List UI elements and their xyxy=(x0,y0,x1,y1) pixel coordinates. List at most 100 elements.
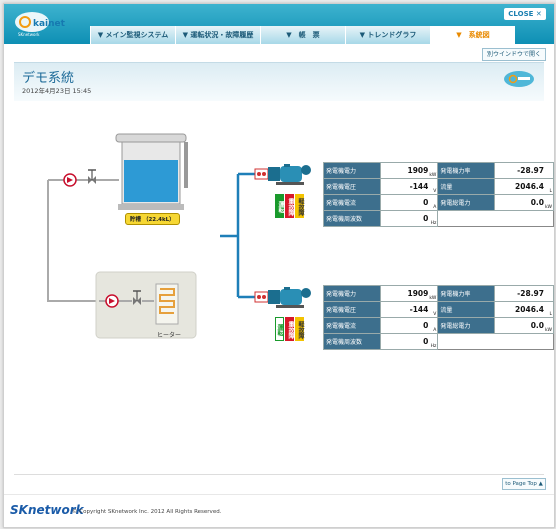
value-text: 0.0 xyxy=(530,321,544,330)
label-cell: 発電機力率 xyxy=(437,285,496,302)
storage-tank-icon xyxy=(115,133,188,210)
close-button[interactable]: CLOSE ✕ xyxy=(504,8,546,20)
label-cell: 発電機電力 xyxy=(323,162,381,179)
open-new-window-button[interactable]: 別ウインドウで開く xyxy=(482,48,546,61)
label-cell: 発電機力率 xyxy=(437,162,496,179)
skainet-logo: kainet SKnetwork xyxy=(15,12,66,37)
label-cell: 発電機電流 xyxy=(323,317,381,334)
tank-volume: （22.4kL） xyxy=(142,217,175,223)
svg-text:kainet: kainet xyxy=(33,19,66,29)
unit-text: kW xyxy=(429,296,437,301)
value-cell: 2046.4 L xyxy=(494,178,554,195)
content-divider xyxy=(14,474,544,475)
value-text: 0.0 xyxy=(530,198,544,207)
unit-text: A xyxy=(433,328,437,333)
value-cell: -28.97 xyxy=(494,162,554,179)
value-text: 1909 xyxy=(407,166,429,175)
value-cell: -144 V xyxy=(379,178,439,195)
minor-fault-indicator: 軽故障 xyxy=(295,194,304,218)
unit-text: A xyxy=(433,205,437,210)
top-bar: kainet SKnetwork CLOSE ✕ ▼ メイン監視システム ▼ 運… xyxy=(4,4,554,44)
value-cell: 1909 kW xyxy=(379,285,439,302)
value-text: 0 xyxy=(423,337,429,346)
cloud-logo-icon xyxy=(504,71,534,87)
tab-system-diagram[interactable]: ▼ 系統図 xyxy=(430,26,515,44)
unit-text: L xyxy=(549,189,552,194)
value-text: -28.97 xyxy=(517,289,544,298)
value-cell: -144 V xyxy=(379,301,439,318)
tab-reports[interactable]: ▼ 帳 票 xyxy=(260,26,345,44)
table-row: 発電機周波数 0 Hz xyxy=(323,333,554,350)
main-nav: ▼ メイン監視システム ▼ 運転状況・故障履歴 ▼ 帳 票 ▼ トレンドグラフ … xyxy=(90,26,515,44)
page-title: デモ系統 xyxy=(22,71,75,86)
pump-2-data-panel: 発電機電力 1909 kW 発電機力率 -28.97 発電機電圧 -144 V 流量… xyxy=(323,285,554,350)
label-cell: 発電機電圧 xyxy=(323,301,381,318)
table-row: 発電機電圧 -144 V 流量 2046.4 L xyxy=(323,301,554,318)
heater-pump-icon[interactable] xyxy=(105,294,119,308)
unit-text: Hz xyxy=(430,221,437,226)
table-row: 発電機電力 1909 kW 発電機力率 -28.97 xyxy=(323,285,554,302)
unit-text: kW xyxy=(429,173,437,178)
value-cell: -28.97 xyxy=(494,285,554,302)
value-text: -28.97 xyxy=(517,166,544,175)
value-text: 2046.4 xyxy=(515,182,544,191)
tab-operation-status[interactable]: ▼ 運転状況・故障履歴 xyxy=(175,26,260,44)
unit-text: L xyxy=(549,312,552,317)
inlet-valve-icon[interactable] xyxy=(88,169,96,184)
label-cell: 発電総電力 xyxy=(437,194,496,211)
value-cell: 0A xyxy=(379,317,439,334)
footer: SKnetwork © Copyright SKnetwork Inc. 201… xyxy=(4,494,554,528)
pump-1-data-panel: 発電機電力 1909 kW 発電機力率 -28.97 発電機電圧 -144 V 流量… xyxy=(323,162,554,227)
label-cell: 流量 xyxy=(437,178,496,195)
app-window: kainet SKnetwork CLOSE ✕ ▼ メイン監視システム ▼ 運… xyxy=(3,3,555,528)
table-row: 発電機電流 0A 発電総電力 0.0 kW xyxy=(323,317,554,334)
value-cell: 0.0 kW xyxy=(494,194,554,211)
value-text: 0 xyxy=(423,198,429,207)
value-text: 0 xyxy=(423,321,429,330)
tab-main-monitoring[interactable]: ▼ メイン監視システム xyxy=(90,26,175,44)
value-cell: 1909 kW xyxy=(379,162,439,179)
value-cell: 0.0 kW xyxy=(494,317,554,334)
tab-trend-graph[interactable]: ▼ トレンドグラフ xyxy=(345,26,430,44)
label-cell: 発電機電流 xyxy=(323,194,381,211)
page-header: デモ系統 2012年4月23日 15:45 xyxy=(14,62,544,101)
inlet-pump-icon[interactable] xyxy=(63,173,77,187)
copyright-text: © Copyright SKnetwork Inc. 2012 All Righ… xyxy=(72,509,222,515)
table-row: 発電機周波数 0 Hz xyxy=(323,210,554,227)
pump-unit-1-icon[interactable] xyxy=(254,164,311,185)
value-text: -144 xyxy=(409,305,429,314)
value-text: 0 xyxy=(423,214,429,223)
tank-name: 貯槽 xyxy=(130,217,142,223)
distribution-pipe xyxy=(220,172,256,299)
major-fault-indicator: 重故障 xyxy=(285,317,294,341)
value-cell: 0A xyxy=(379,194,439,211)
label-cell: 発電機周波数 xyxy=(323,210,381,227)
unit-text: kW xyxy=(544,205,552,210)
page-date: 2012年4月23日 15:45 xyxy=(22,87,92,95)
label-cell: 発電総電力 xyxy=(437,317,496,334)
pump-unit-2-icon[interactable] xyxy=(254,287,311,308)
value-text: -144 xyxy=(409,182,429,191)
value-text: 1909 xyxy=(407,289,429,298)
value-cell: 0 Hz xyxy=(379,210,439,227)
tank-label: 貯槽 （22.4kL） xyxy=(125,213,180,225)
run-indicator: 運転 xyxy=(275,194,284,218)
unit-text: V xyxy=(433,189,437,194)
run-indicator: 運転 xyxy=(275,317,284,341)
table-row: 発電機電力 1909 kW 発電機力率 -28.97 xyxy=(323,162,554,179)
value-cell: 0 Hz xyxy=(379,333,439,350)
unit-text: Hz xyxy=(430,344,437,349)
pump-1-status: 運転 重故障 軽故障 xyxy=(275,194,304,218)
label-cell: 発電機電力 xyxy=(323,285,381,302)
pump-2-status: 運転 重故障 軽故障 xyxy=(275,317,304,341)
label-cell: 発電機電圧 xyxy=(323,178,381,195)
label-cell: 流量 xyxy=(437,301,496,318)
unit-text: V xyxy=(433,312,437,317)
label-cell: 発電機周波数 xyxy=(323,333,381,350)
unit-text: kW xyxy=(544,328,552,333)
table-row: 発電機電圧 -144 V 流量 2046.4 L xyxy=(323,178,554,195)
heater-label: ヒーター xyxy=(157,332,182,339)
value-text: 2046.4 xyxy=(515,305,544,314)
minor-fault-indicator: 軽故障 xyxy=(295,317,304,341)
page-top-link[interactable]: to Page Top ▲ xyxy=(502,478,546,490)
